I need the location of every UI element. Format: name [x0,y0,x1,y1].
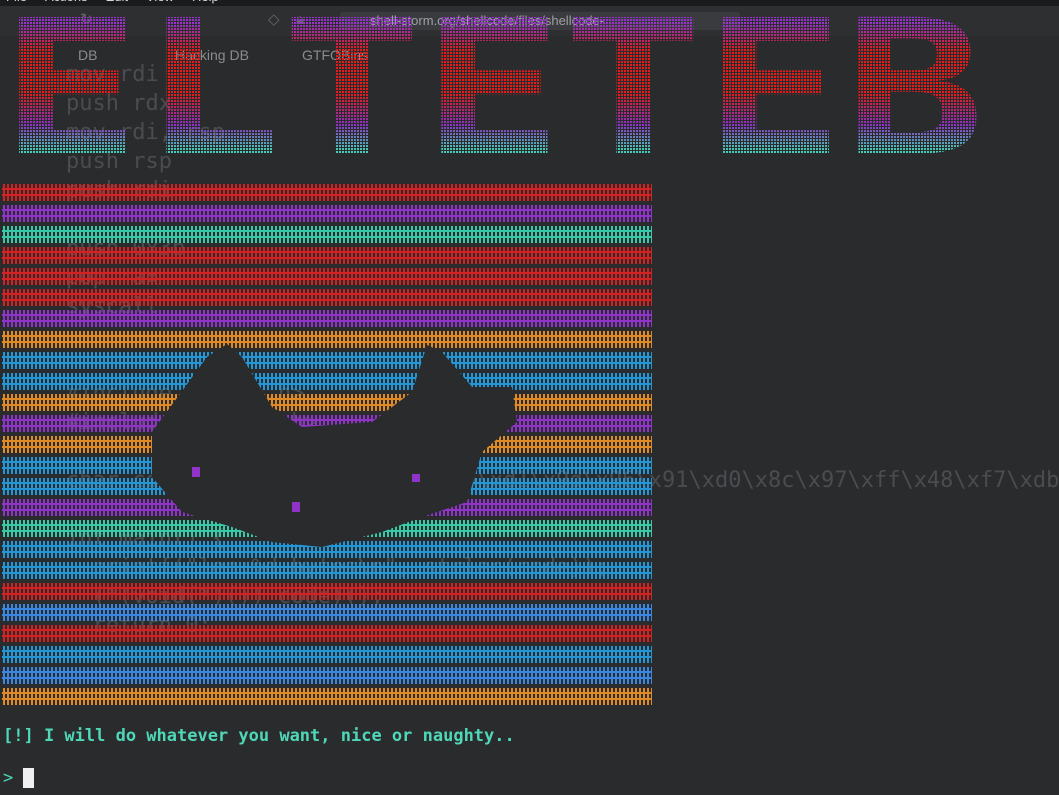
banner-art: ELTETEB [0,0,990,199]
stripe-row [2,224,652,245]
menu-items: File Actions Edit View Help [6,0,219,4]
ascii-art-panel [2,182,652,728]
status-line: [!] I will do whatever you want, nice or… [3,726,515,746]
menu-item-help[interactable]: Help [192,0,219,4]
text-cursor [23,768,35,788]
stripe-row [2,329,652,350]
stripe-row [2,686,652,707]
stripe-row [2,392,652,413]
stripe-row [2,707,652,728]
menu-item-edit[interactable]: Edit [106,0,128,4]
stripe-row [2,644,652,665]
banner-svg: ELTETEB [0,0,985,199]
stripe-row [2,266,652,287]
stripe-row [2,350,652,371]
menu-item-view[interactable]: View [146,0,174,4]
banner-text: ELTETEB [0,10,985,162]
menu-item-actions[interactable]: Actions [45,0,88,4]
stripe-row [2,371,652,392]
stripe-row [2,245,652,266]
stripe-row [2,602,652,623]
stripe-row [2,581,652,602]
stripe-row [2,308,652,329]
stripe-row [2,203,652,224]
menu-item-file[interactable]: File [6,0,27,4]
stripe-row [2,287,652,308]
prompt-symbol: > [3,768,14,788]
stripe-row [2,182,652,203]
stripe-row [2,623,652,644]
stripe-row [2,560,652,581]
command-prompt[interactable]: > [3,768,35,788]
panel-svg [2,182,652,728]
stripe-row [2,665,652,686]
